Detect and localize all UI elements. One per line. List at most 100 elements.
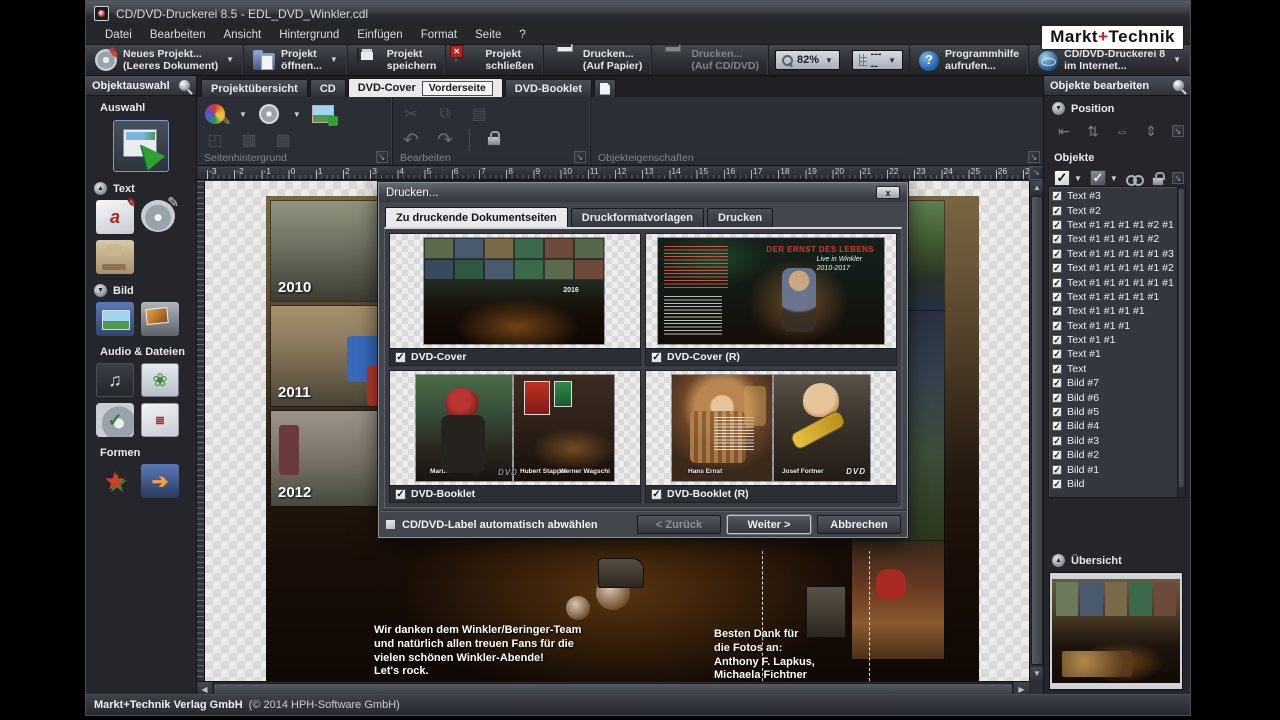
background-extras-button[interactable] bbox=[311, 103, 335, 125]
arrow-shape-tool[interactable]: ➔ bbox=[141, 464, 179, 498]
cancel-button[interactable]: Abbrechen bbox=[817, 515, 901, 534]
title-bar[interactable]: CD/DVD-Druckerei 8.5 - EDL_DVD_Winkler.c… bbox=[86, 1, 1190, 26]
next-button[interactable]: Weiter > bbox=[727, 515, 811, 534]
object-list-item[interactable]: ✓Bild #3 bbox=[1052, 434, 1185, 448]
menu-item[interactable]: Bearbeiten bbox=[141, 27, 215, 43]
workspace-corner-button[interactable]: ↘ bbox=[1028, 151, 1040, 163]
selection-tool[interactable] bbox=[113, 120, 169, 172]
undo-button[interactable]: ↶ bbox=[399, 129, 423, 151]
object-list-item[interactable]: ✓Bild #5 bbox=[1052, 405, 1185, 419]
menu-item[interactable]: Format bbox=[412, 27, 466, 43]
checkbox-checked-icon[interactable]: ✓ bbox=[1052, 335, 1062, 345]
checkbox-auto-deselect[interactable] bbox=[385, 519, 396, 530]
save-project-button[interactable]: Projektspeichern bbox=[348, 45, 447, 75]
view-objects-icon[interactable] bbox=[1126, 175, 1144, 185]
audio-tool[interactable]: ♫ bbox=[96, 363, 134, 397]
deselect-objects-button[interactable]: ✓▼ bbox=[1090, 170, 1118, 186]
object-list-item[interactable]: ✓Bild #4 bbox=[1052, 419, 1185, 433]
position-expand-button[interactable]: ↘ bbox=[1172, 125, 1184, 137]
cd-checklist-tool[interactable]: ✓ bbox=[96, 403, 134, 437]
checkbox-checked-icon[interactable]: ✓ bbox=[1052, 364, 1062, 374]
move-object-button[interactable]: ⇕ bbox=[1141, 122, 1161, 140]
background-edit-button[interactable]: ◰ bbox=[203, 129, 227, 151]
uebersicht-section-header[interactable]: ▲ Übersicht bbox=[1044, 548, 1122, 570]
background-remove-button[interactable]: ▩ bbox=[271, 129, 295, 151]
object-list-item[interactable]: ✓Text #3 bbox=[1052, 189, 1185, 203]
object-list-item[interactable]: ✓Text #1 #1 #1 #1 #2 bbox=[1052, 232, 1185, 246]
grid-select[interactable]: ----- ▼ bbox=[852, 50, 903, 70]
text-tool[interactable]: a bbox=[96, 200, 134, 234]
print-cd-button[interactable]: Drucken...(Auf CD/DVD) bbox=[652, 45, 769, 75]
back-button[interactable]: < Zurück bbox=[637, 515, 721, 534]
print-paper-button[interactable]: Drucken...(Auf Papier) bbox=[544, 45, 653, 75]
pin-icon[interactable] bbox=[1173, 80, 1184, 91]
files-tool[interactable]: ≣ bbox=[141, 403, 179, 437]
stamp-tool[interactable] bbox=[96, 240, 134, 274]
menu-item[interactable]: Seite bbox=[466, 27, 510, 43]
checkbox-checked-icon[interactable]: ✓ bbox=[1052, 378, 1062, 388]
cut-button[interactable]: ✂ bbox=[399, 103, 423, 125]
select-all-dropdown-icon[interactable]: ▼ bbox=[1074, 174, 1082, 183]
object-list-item[interactable]: ✓Text #2 bbox=[1052, 203, 1185, 217]
menu-item[interactable]: Einfügen bbox=[348, 27, 411, 43]
dialog-tab-dokumentseiten[interactable]: Zu druckende Dokumentseiten bbox=[385, 207, 568, 227]
lock-all-button[interactable] bbox=[482, 129, 506, 151]
checkbox-checked-icon[interactable]: ✓ bbox=[1052, 393, 1062, 403]
tab-dvd-booklet[interactable]: DVD-Booklet bbox=[505, 79, 592, 97]
open-dropdown-icon[interactable]: ▼ bbox=[330, 55, 338, 64]
overview-preview[interactable] bbox=[1049, 572, 1183, 690]
grid-dropdown-icon[interactable]: ▼ bbox=[888, 56, 896, 65]
checkbox-checked-icon[interactable]: ✓ bbox=[1052, 263, 1062, 273]
center-object-button[interactable]: ⇔ bbox=[1112, 122, 1132, 140]
object-list-item[interactable]: ✓Text #1 #1 #1 #1 #1 #2 bbox=[1052, 261, 1185, 275]
help-button[interactable]: ? Programmhilfeaufrufen... bbox=[909, 45, 1029, 75]
zoom-select[interactable]: 82% ▼ bbox=[775, 50, 840, 70]
checkbox-checked-icon[interactable]: ✓ bbox=[1052, 306, 1062, 316]
dialog-tab-drucken[interactable]: Drucken bbox=[707, 208, 773, 227]
preview-image-dvd-cover-r[interactable]: DER ERNST DES LEBENS Live in Winkler 201… bbox=[646, 234, 896, 348]
checkbox-checked-icon[interactable]: ✓ bbox=[1052, 249, 1062, 259]
subtab-vorderseite[interactable]: Vorderseite bbox=[422, 81, 493, 96]
vertical-scroll-thumb[interactable] bbox=[1031, 196, 1043, 665]
star-shape-tool[interactable]: ★ bbox=[96, 464, 134, 498]
checkbox-dvd-cover[interactable] bbox=[395, 352, 406, 363]
align-horizontal-button[interactable]: ⇤ bbox=[1054, 122, 1074, 140]
object-list-item[interactable]: ✓Text bbox=[1052, 362, 1185, 376]
vertical-scrollbar[interactable]: ▲ ▼ bbox=[1029, 181, 1044, 681]
cd-text-tool[interactable] bbox=[141, 200, 175, 232]
checkbox-checked-icon[interactable]: ✓ bbox=[1052, 321, 1062, 331]
object-list-item[interactable]: ✓Bild #1 bbox=[1052, 462, 1185, 476]
close-project-button[interactable]: Projektschließen bbox=[446, 45, 543, 75]
tab-dvd-cover[interactable]: DVD-Cover Vorderseite bbox=[348, 78, 503, 97]
checkbox-checked-icon[interactable]: ✓ bbox=[1052, 421, 1062, 431]
copy-button[interactable]: ⧉ bbox=[433, 103, 457, 125]
checkbox-checked-icon[interactable]: ✓ bbox=[1052, 292, 1062, 302]
menu-item[interactable]: Ansicht bbox=[214, 27, 270, 43]
tab-projektuebersicht[interactable]: Projektübersicht bbox=[201, 79, 308, 97]
checkbox-checked-icon[interactable]: ✓ bbox=[1052, 206, 1062, 216]
bild-section-header[interactable]: ▼ Bild bbox=[86, 278, 196, 300]
preview-image-dvd-cover[interactable]: 2016 bbox=[390, 234, 640, 348]
paste-button[interactable]: ▤ bbox=[467, 103, 491, 125]
checkbox-checked-icon[interactable]: ✓ bbox=[1052, 450, 1062, 460]
lock-objects-icon[interactable] bbox=[1152, 177, 1164, 186]
internet-dropdown-icon[interactable]: ▼ bbox=[1173, 55, 1181, 64]
checkbox-checked-icon[interactable]: ✓ bbox=[1052, 479, 1062, 489]
new-project-dropdown-icon[interactable]: ▼ bbox=[226, 55, 234, 64]
checkbox-checked-icon[interactable]: ✓ bbox=[1052, 191, 1062, 201]
new-page-tab[interactable] bbox=[594, 79, 616, 97]
notes-tool[interactable]: ❀ bbox=[141, 363, 179, 397]
align-vertical-button[interactable]: ⇅ bbox=[1083, 122, 1103, 140]
background-image-dropdown-icon[interactable]: ▼ bbox=[293, 110, 301, 119]
checkbox-checked-icon[interactable]: ✓ bbox=[1052, 278, 1062, 288]
object-list-item[interactable]: ✓Text #1 #1 #1 #1 bbox=[1052, 304, 1185, 318]
image-folder-tool[interactable] bbox=[96, 302, 134, 336]
object-list-item[interactable]: ✓Bild bbox=[1052, 477, 1185, 491]
checkbox-checked-icon[interactable]: ✓ bbox=[1052, 220, 1062, 230]
tab-cd[interactable]: CD bbox=[310, 79, 346, 97]
object-list-item[interactable]: ✓Text #1 #1 bbox=[1052, 333, 1185, 347]
position-section-header[interactable]: ▼ Position bbox=[1044, 96, 1190, 118]
scroll-up-arrow[interactable]: ▲ bbox=[1030, 181, 1044, 195]
redo-button[interactable]: ↷ bbox=[433, 129, 457, 151]
select-all-objects-button[interactable]: ✓▼ bbox=[1054, 170, 1082, 186]
